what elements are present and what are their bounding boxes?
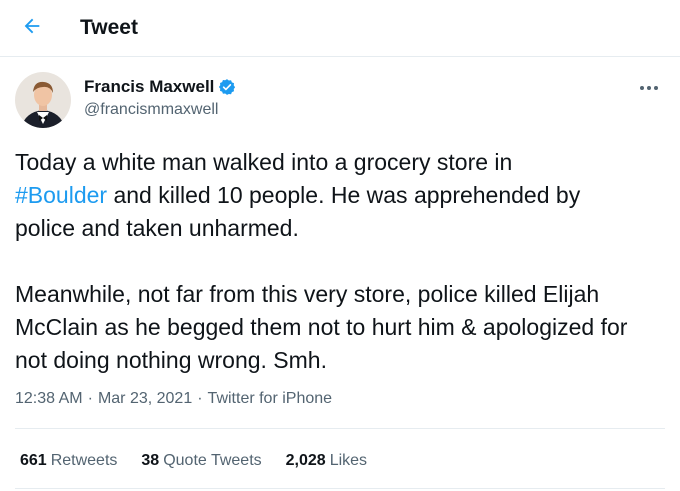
quote-tweets-label: Quote Tweets <box>163 452 262 469</box>
retweets-label: Retweets <box>50 452 118 469</box>
more-options-button[interactable] <box>632 74 666 100</box>
tweet-text-segment: and killed 10 people. He was apprehended… <box>107 182 581 208</box>
meta-separator: · <box>197 390 203 407</box>
tweet-text: Today a white man walked into a grocery … <box>15 146 665 377</box>
verified-badge-icon <box>218 78 236 96</box>
tweet-time[interactable]: 12:38 AM <box>15 390 83 407</box>
divider <box>15 488 665 489</box>
meta-separator: · <box>87 390 93 407</box>
retweets-count: 661 <box>20 452 47 469</box>
tweet-text-segment: police and taken unharmed. <box>15 215 299 241</box>
likes-count: 2,028 <box>285 452 326 469</box>
quote-tweets-stat[interactable]: 38 Quote Tweets <box>141 450 261 472</box>
avatar[interactable] <box>15 72 71 128</box>
author-display-name[interactable]: Francis Maxwell <box>84 76 214 98</box>
tweet-meta: 12:38 AM · Mar 23, 2021 · Twitter for iPhone <box>15 388 332 410</box>
more-dots-icon <box>639 78 659 96</box>
quote-tweets-count: 38 <box>141 452 160 469</box>
divider <box>15 428 665 429</box>
retweets-stat[interactable]: 661 Retweets <box>20 450 117 472</box>
tweet-paragraph-2: Meanwhile, not far from this very store,… <box>15 281 628 373</box>
hashtag-link[interactable]: #Boulder <box>15 182 107 208</box>
back-button[interactable] <box>14 10 50 46</box>
page-header: Tweet <box>0 0 680 57</box>
likes-label: Likes <box>329 452 368 469</box>
tweet-date[interactable]: Mar 23, 2021 <box>98 390 192 407</box>
author-handle[interactable]: @francismmaxwell <box>84 100 218 120</box>
engagement-stats: 661 Retweets 38 Quote Tweets 2,028 Likes <box>20 450 391 472</box>
arrow-left-icon <box>21 15 43 42</box>
page-title: Tweet <box>80 16 138 39</box>
tweet-source-link[interactable]: Twitter for iPhone <box>208 390 333 407</box>
tweet-text-segment: Today a white man walked into a grocery … <box>15 149 513 175</box>
likes-stat[interactable]: 2,028 Likes <box>286 450 367 472</box>
tweet-paragraph-1: Today a white man walked into a grocery … <box>15 146 665 245</box>
author-name-row: Francis Maxwell <box>84 76 236 98</box>
